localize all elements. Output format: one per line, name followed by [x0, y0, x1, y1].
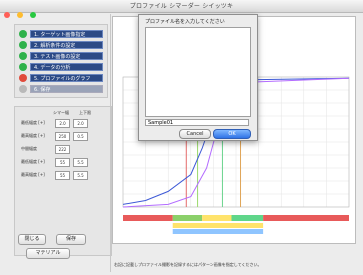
step-item[interactable]: 6. 保存	[19, 84, 103, 93]
ok-button[interactable]: OK	[213, 129, 251, 139]
app-window: プロファイル シマーダー シイッツキ 1. ターゲット画像指定 2. 解析条件の設…	[0, 0, 363, 275]
band-segment	[202, 215, 232, 221]
window-title: プロファイル シマーダー シイッツキ	[129, 3, 234, 10]
param-label: 最高幅度 [+]	[21, 172, 45, 177]
band-segment	[231, 215, 264, 221]
save-button[interactable]: 保存	[56, 234, 86, 245]
param-field-a[interactable]: 222	[55, 145, 70, 154]
param-header-1: シマー幅	[53, 110, 69, 115]
band-segment	[263, 215, 349, 221]
param-field-b[interactable]: 2.0	[73, 119, 88, 128]
param-label: 最高幅度 [+]	[21, 133, 45, 138]
param-row: 最高幅度 [+] 55 5.5	[17, 171, 109, 180]
step-list: 1. ターゲット画像指定 2. 解析条件の設定 3. テスト画像の設定 4. データの…	[14, 24, 108, 98]
step-label: 2. 解析条件の設定	[30, 40, 103, 49]
band-segment	[172, 215, 203, 221]
panel-divider	[110, 14, 111, 272]
step-label: 4. データの分析	[30, 62, 103, 71]
param-field-b[interactable]: 5.5	[73, 158, 88, 167]
param-row: 中間幅度 222	[17, 145, 109, 154]
cancel-button[interactable]: Cancel	[179, 129, 211, 139]
status-dot-icon	[19, 84, 27, 93]
step-item[interactable]: 3. テスト画像の設定	[19, 51, 103, 60]
band-segment	[123, 215, 173, 221]
param-label: 最低幅度 [+]	[21, 120, 45, 125]
status-dot-icon	[19, 51, 27, 60]
param-field-a[interactable]: 2.0	[55, 119, 70, 128]
profile-name-dialog: プロファイル名を入力してください Sample01 Cancel OK	[138, 14, 258, 141]
status-dot-icon	[19, 29, 27, 38]
param-header-2: 上下限	[79, 110, 91, 115]
param-row: 最低幅度 [+] 55 5.5	[17, 158, 109, 167]
param-label: 中間幅度	[21, 146, 37, 151]
step-item[interactable]: 2. 解析条件の設定	[19, 40, 103, 49]
step-label: 5. プロファイルのグラフ	[30, 73, 103, 82]
profile-name-input[interactable]: Sample01	[145, 119, 249, 126]
band-segment	[172, 229, 264, 234]
param-field-b[interactable]: 0.5	[73, 132, 88, 141]
step-label: 3. テスト画像の設定	[30, 51, 103, 60]
step-item[interactable]: 1. ターゲット画像指定	[19, 29, 103, 38]
titlebar: プロファイル シマーダー シイッツキ	[0, 0, 363, 18]
band-segment	[172, 223, 264, 228]
param-field-a[interactable]: 55	[55, 171, 70, 180]
status-dot-icon	[19, 62, 27, 71]
param-row: 最高幅度 [+] 250 0.5	[17, 132, 109, 141]
dialog-description-area	[145, 27, 251, 117]
status-note: 右記に記載しプロファイル撮影を記録するにはパターン画像を指定してください。	[114, 262, 262, 267]
status-dot-icon	[19, 40, 27, 49]
dialog-title: プロファイル名を入力してください	[145, 19, 225, 25]
export-button[interactable]: マテリアル	[26, 248, 70, 259]
left-panel: 1. ターゲット画像指定 2. 解析条件の設定 3. テスト画像の設定 4. データの…	[4, 14, 112, 272]
param-field-b[interactable]: 5.5	[73, 171, 88, 180]
param-label: 最低幅度 [+]	[21, 159, 45, 164]
step-item[interactable]: 4. データの分析	[19, 62, 103, 71]
param-row: 最低幅度 [+] 2.0 2.0	[17, 119, 109, 128]
step-item[interactable]: 5. プロファイルのグラフ	[19, 73, 103, 82]
param-field-a[interactable]: 250	[55, 132, 70, 141]
step-label: 6. 保存	[30, 84, 103, 93]
close-button[interactable]: 閉じる	[18, 234, 46, 245]
step-label: 1. ターゲット画像指定	[30, 29, 103, 38]
status-dot-icon	[19, 73, 27, 82]
param-field-a[interactable]: 55	[55, 158, 70, 167]
